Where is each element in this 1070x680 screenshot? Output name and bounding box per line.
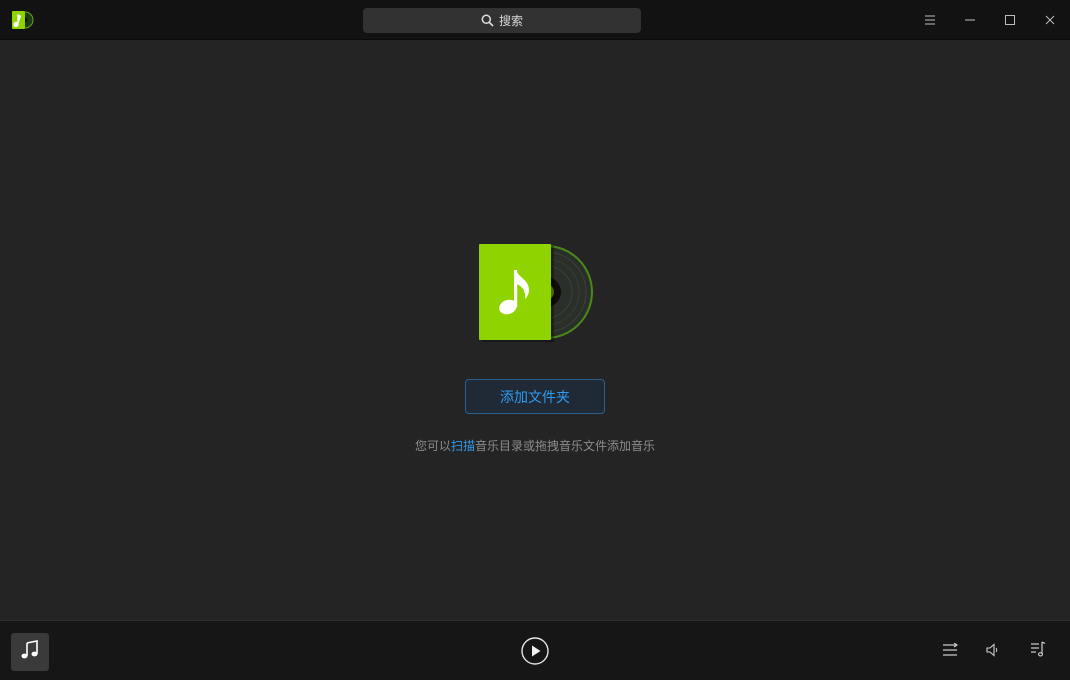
hint-prefix: 您可以 [414,439,451,453]
empty-hint: 您可以扫描音乐目录或拖拽音乐文件添加音乐 [0,437,1070,454]
library-empty-view: 添加文件夹 您可以扫描音乐目录或拖拽音乐文件添加音乐 [0,40,1070,620]
player-bar [0,620,1070,680]
maximize-icon [1004,14,1016,26]
music-app-window: 搜索 添加文件夹 您可以扫描音乐目录或拖拽音乐文件添加音乐 [0,0,1070,680]
volume-icon [986,642,1000,661]
search-icon [481,14,494,27]
playlist-icon [1030,641,1046,661]
search-input[interactable]: 搜索 [363,8,641,33]
play-button[interactable] [521,637,549,665]
scan-link[interactable]: 扫描 [451,439,475,453]
close-icon [1044,14,1056,26]
close-button[interactable] [1040,10,1060,30]
hint-suffix: 音乐目录或拖拽音乐文件添加音乐 [475,439,656,453]
app-logo-icon [12,11,34,29]
music-note-icon [20,640,40,664]
play-mode-button[interactable] [940,641,960,661]
menu-button[interactable] [920,10,940,30]
title-bar: 搜索 [0,0,1070,40]
play-mode-icon [942,642,958,661]
playlist-button[interactable] [1028,641,1048,661]
minimize-button[interactable] [960,10,980,30]
play-icon [521,637,549,669]
minimize-icon [964,14,976,26]
add-folder-button[interactable]: 添加文件夹 [465,379,605,414]
maximize-button[interactable] [1000,10,1020,30]
volume-button[interactable] [983,641,1003,661]
add-folder-label: 添加文件夹 [500,389,570,406]
search-placeholder: 搜索 [498,14,523,28]
menu-icon [924,15,936,25]
music-album-icon [479,244,595,342]
current-track-cover[interactable] [11,633,49,671]
